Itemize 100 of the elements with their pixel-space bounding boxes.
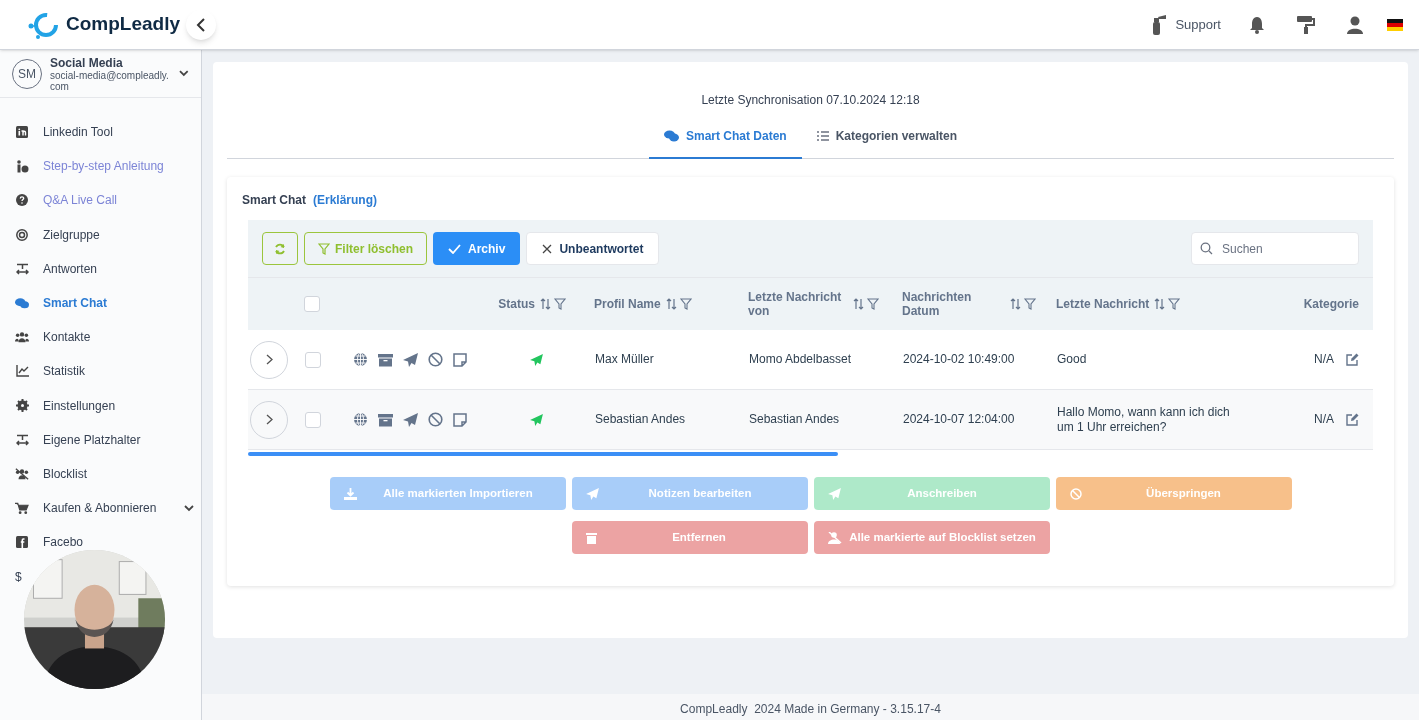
sidebar-item[interactable]: Q&A Live Call	[43, 193, 118, 208]
archive-box-icon[interactable]	[378, 412, 393, 427]
ban-icon[interactable]	[428, 412, 443, 427]
users-blocked-icon	[15, 467, 29, 480]
support-link[interactable]: Support	[1175, 14, 1221, 35]
sidebar-item[interactable]: Smart Chat	[43, 296, 107, 311]
sort-filter-icon[interactable]	[853, 298, 879, 310]
facebook-icon	[16, 536, 28, 549]
sent-status-icon	[530, 413, 543, 426]
row-checkbox[interactable]	[305, 411, 321, 428]
globe-icon[interactable]	[353, 412, 368, 427]
user-slash-icon	[827, 531, 842, 544]
account-email: social-media@compleadly.com	[50, 69, 170, 92]
sidebar-item[interactable]: $	[15, 569, 22, 584]
table-cell: 2024-10-02 10:49:00	[903, 352, 1015, 367]
settings-icon	[15, 399, 29, 413]
users-icon	[15, 331, 29, 344]
note-icon[interactable]	[453, 352, 467, 367]
sort-filter-icon[interactable]	[1154, 298, 1181, 310]
paint-roller-icon[interactable]	[1297, 15, 1315, 34]
sort-filter-icon[interactable]	[1010, 298, 1036, 310]
sync-status: Letzte Synchronisation 07.10.2024 12:18	[700, 92, 921, 109]
table-cell: Sebastian Andes	[595, 412, 686, 427]
cart-icon	[15, 501, 29, 515]
edit-icon[interactable]	[1346, 413, 1359, 426]
sidebar-item[interactable]: Einstellungen	[43, 398, 116, 413]
check-icon	[448, 243, 462, 254]
ban-icon[interactable]	[428, 352, 443, 367]
flag-icon[interactable]	[1387, 18, 1403, 31]
filter-clear-icon	[318, 242, 330, 255]
column-header[interactable]: Kategorie	[1303, 297, 1359, 311]
close-icon	[542, 243, 553, 254]
text-swap-icon	[15, 433, 29, 446]
sort-filter-icon[interactable]	[665, 298, 692, 310]
edit-icon[interactable]	[1346, 353, 1359, 366]
person-question-icon	[15, 159, 29, 173]
tab[interactable]: Kategorien verwalten	[801, 115, 973, 159]
sidebar-item[interactable]: Zielgruppe	[43, 227, 100, 242]
paper-plane-icon	[827, 487, 841, 500]
table-cell-text: Hallo Momo, wann kann ich dich um 1 Uhr erreichen?	[1057, 404, 1231, 435]
text-swap-icon	[15, 262, 29, 275]
user-icon[interactable]	[1347, 15, 1363, 34]
sent-status-icon	[530, 353, 543, 366]
select-all-checkbox[interactable]	[304, 296, 320, 312]
table-cell: 2024-10-07 12:04:00	[903, 412, 1015, 427]
list-icon	[816, 131, 829, 141]
download-icon	[343, 487, 357, 500]
table-cell: Momo Abdelbasset	[749, 352, 852, 367]
chevron-down-icon[interactable]	[184, 504, 195, 512]
column-header[interactable]: Status	[498, 297, 535, 311]
sidebar-item[interactable]: Step-by-step Anleitung	[43, 159, 164, 174]
bell-icon[interactable]	[1249, 15, 1265, 34]
row-checkbox[interactable]	[305, 351, 321, 368]
table-cell: N/A	[1314, 352, 1334, 367]
sidebar-item[interactable]: Kontakte	[43, 330, 91, 345]
column-header[interactable]: Nachrichten Datum	[902, 290, 1002, 318]
horizontal-scrollbar[interactable]	[248, 452, 838, 456]
explanation-link[interactable]: (Erklärung)	[313, 191, 378, 209]
sidebar-item[interactable]: Statistik	[43, 364, 85, 379]
linkedin-icon	[16, 126, 28, 139]
sidebar-item[interactable]: Kaufen & Abonnieren	[43, 501, 157, 516]
sidebar-item[interactable]: Facebo	[43, 535, 84, 550]
paper-plane-icon	[585, 487, 599, 500]
sort-filter-icon[interactable]	[540, 298, 566, 310]
chevron-left-icon	[196, 17, 206, 32]
filter-toggle[interactable]: Archiv	[433, 232, 521, 265]
target-icon	[16, 228, 28, 241]
logo-text: CompLeadly	[66, 12, 181, 37]
line-chart-icon	[15, 365, 29, 378]
account-name: Social Media	[50, 55, 124, 70]
card-title: Smart Chat	[242, 192, 306, 209]
column-header[interactable]: Profil Name	[594, 297, 661, 311]
chat-bubbles-icon	[663, 130, 679, 142]
globe-icon[interactable]	[353, 352, 368, 367]
question-circle-icon	[16, 194, 28, 207]
paper-plane-icon[interactable]	[403, 412, 418, 427]
archive-box-icon[interactable]	[378, 352, 393, 367]
sidebar-item[interactable]: Antworten	[43, 261, 98, 276]
chevron-down-icon[interactable]	[179, 70, 189, 77]
trash-icon	[585, 531, 597, 544]
sidebar-item[interactable]: Blocklist	[43, 466, 87, 481]
chevron-right-icon	[265, 354, 273, 365]
refresh-icon	[274, 242, 286, 255]
filter-toggle[interactable]: Unbeantwortet	[526, 232, 660, 265]
paper-plane-icon[interactable]	[403, 352, 418, 367]
sidebar-item[interactable]: Eigene Platzhalter	[43, 432, 141, 447]
collapse-button[interactable]	[186, 9, 216, 40]
chat-bubbles-icon	[15, 296, 29, 310]
search-field[interactable]: Suchen	[1191, 232, 1359, 265]
sidebar-item[interactable]: Linkedin Tool	[43, 125, 113, 140]
note-icon[interactable]	[453, 412, 467, 427]
footer-text: CompLeadly 2024 Made in Germany - 3.15.17-4	[202, 694, 1419, 720]
column-header[interactable]: Letzte Nachricht	[1056, 297, 1150, 311]
ban-icon	[1069, 487, 1082, 500]
table-cell: N/A	[1314, 412, 1334, 427]
column-header[interactable]: Letzte Nachricht von	[748, 290, 848, 318]
search-icon	[1200, 242, 1213, 255]
table-cell: Sebastian Andes	[749, 412, 840, 427]
tab[interactable]: Smart Chat Daten	[648, 115, 802, 159]
chevron-right-icon	[265, 414, 273, 425]
